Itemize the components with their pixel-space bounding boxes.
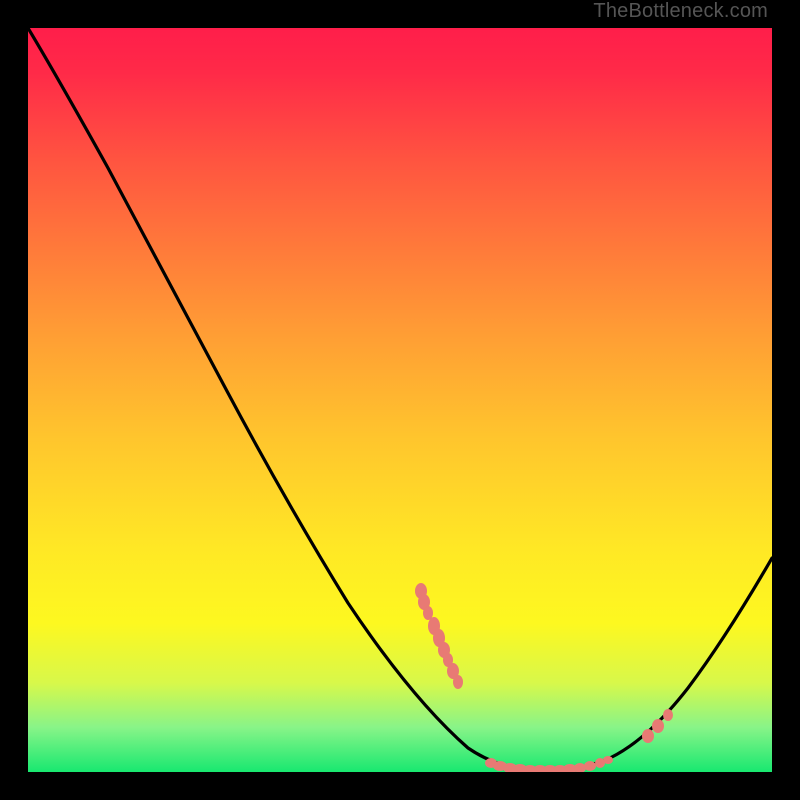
marker-cluster-bottom bbox=[485, 756, 613, 772]
watermark-text: TheBottleneck.com bbox=[593, 0, 768, 23]
marker-cluster-left bbox=[415, 583, 463, 689]
chart-svg bbox=[28, 28, 772, 772]
chart-frame bbox=[28, 28, 772, 772]
bottleneck-curve bbox=[28, 28, 772, 770]
marker-cluster-right bbox=[642, 709, 673, 743]
